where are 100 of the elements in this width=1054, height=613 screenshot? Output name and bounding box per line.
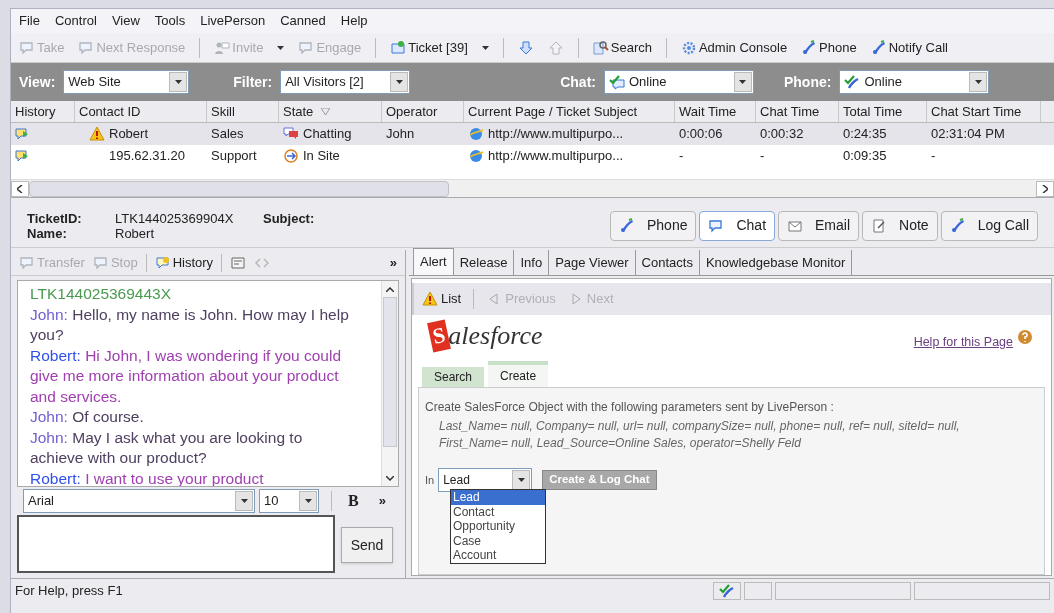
check-phone-icon [844,74,861,90]
dropdown[interactable]: Web Site [63,70,190,94]
channel-button[interactable]: Chat [699,210,776,241]
status-text: For Help, press F1 [14,581,124,600]
object-dropdown[interactable]: Lead [438,468,533,492]
menu-item[interactable]: LivePerson [200,11,266,31]
description-text: Create SalesForce Object with the following parameters sent by LivePerson : [425,399,835,416]
dropdown-option[interactable]: Case [451,533,545,548]
channel-button[interactable]: Email [778,210,860,241]
column-header[interactable]: State [279,101,382,122]
table-cell-text: Chatting [303,125,352,144]
help-icon [1017,329,1033,345]
column-header[interactable]: Operator [382,101,464,122]
caret-icon [974,80,982,84]
dropdown-option[interactable]: Opportunity [451,519,545,534]
toolbar-button[interactable]: Phone [797,35,861,60]
horizontal-scrollbar[interactable] [11,179,1054,197]
globe-icon [468,148,484,164]
caret-icon [481,45,489,50]
dropdown-option[interactable]: Account [451,548,545,563]
menu-item[interactable]: Help [340,11,368,31]
toolbar-button[interactable]: Admin Console [676,35,792,60]
table-cell-text: - [679,147,684,166]
gear-icon [680,39,697,56]
phone-icon [870,39,887,56]
up-arrow-icon [547,39,564,56]
check-bubble-icon [609,74,625,90]
dropdown-option[interactable]: Lead [451,490,545,505]
send-button[interactable]: Send [341,527,393,563]
table-cell-text: John [386,125,415,144]
more-button[interactable]: » [378,491,386,511]
phone-icon [949,217,966,234]
message-input[interactable] [17,515,335,573]
table-cell-text: Sales [211,125,244,144]
tab[interactable]: Knowledgebase Monitor [699,250,853,275]
table-cell-text: 0:00:06 [679,125,723,144]
menu-item[interactable]: Control [54,11,97,31]
chat-bubble-icon [19,254,35,271]
warning-icon [422,291,438,307]
phone-icon [618,217,635,234]
help-link[interactable]: Help for this Page [913,333,1013,352]
table-cell-text: 195.62.31.20 [109,147,185,166]
chat-bubble-icon [298,39,315,56]
dropdown[interactable]: All Visitors [2] [280,70,411,94]
bold-button[interactable]: B [344,489,363,513]
column-header[interactable]: Chat Start Time [927,101,1041,122]
chat-bubble-icon [78,39,95,56]
caret-icon [395,80,403,84]
dropdown-option[interactable]: Contact [451,504,545,519]
table-cell-text: 0:09:35 [843,147,887,166]
field-label: Subject: [263,210,315,226]
menu-item[interactable]: View [111,11,140,31]
column-header[interactable]: Current Page / Ticket Subject [464,101,675,122]
caret-icon [739,80,747,84]
size-dropdown[interactable]: 10 [259,489,319,513]
column-header[interactable]: Wait Time [675,101,756,122]
vertical-scrollbar[interactable] [381,281,398,486]
logo: S alesforce [430,321,543,351]
column-header[interactable]: History [11,101,75,122]
menu-item[interactable]: File [19,11,40,31]
ticket-id: LTK144025369904X [115,210,235,226]
tab[interactable]: Info [514,250,550,275]
caret-icon [240,499,248,503]
field-label: TicketID: [27,210,83,226]
chat-transcript: LTK144025369443X John: Hello, my name is John. How may I help you? Robert: Hi John, I was wondering if you could give me more information about your product and services. John: Of course. John: May I ask what you are looking to achieve with our product? Robert: I want to use your product [29,284,350,486]
toolbar-button[interactable]: History [154,251,214,274]
table-cell-text: - [931,147,936,166]
menu-item[interactable]: Tools [154,11,186,31]
filter-label: Filter: [233,72,273,92]
toolbar-button[interactable]: List [422,289,462,309]
toolbar-button[interactable]: Search [588,35,656,60]
note-icon [871,217,888,234]
toolbar-button[interactable]: Notify Call [866,35,952,60]
chat-bubble-icon [19,39,35,56]
tab[interactable]: Search [422,367,485,387]
menu-item[interactable]: Canned [280,11,326,31]
tab[interactable]: Alert [413,248,454,275]
column-header[interactable]: Chat Time [756,101,839,122]
column-header[interactable]: Skill [207,101,279,122]
status-panel [744,581,772,600]
column-header[interactable]: Total Time [839,101,927,122]
channel-button[interactable]: Log Call [940,210,1038,241]
table-cell-text: http://www.multipurpo... [488,125,624,144]
table-cell-text: In Site [303,147,340,166]
more-button[interactable]: » [389,252,397,273]
visitor-name: Robert [115,225,155,241]
dropdown[interactable]: Online [604,70,754,94]
globe-icon [468,126,484,142]
column-header[interactable]: Contact ID [75,101,207,122]
toolbar-button[interactable]: Ticket [39] [386,35,472,60]
table-row[interactable]: Robert Sales Chatting John http://www.multipurpo... 0:00:06 0:00:32 0:24:35 02:31:04 PM [11,123,1054,145]
font-dropdown[interactable]: Arial [23,489,255,513]
tab[interactable]: Release [453,250,515,275]
caret-icon [277,45,285,50]
dropdown[interactable]: Online [839,70,990,94]
channel-button[interactable]: Phone [609,210,697,241]
tab[interactable]: Contacts [635,250,700,275]
channel-button[interactable]: Note [862,210,938,241]
tab[interactable]: Create [488,361,549,387]
tab[interactable]: Page Viewer [549,250,636,275]
